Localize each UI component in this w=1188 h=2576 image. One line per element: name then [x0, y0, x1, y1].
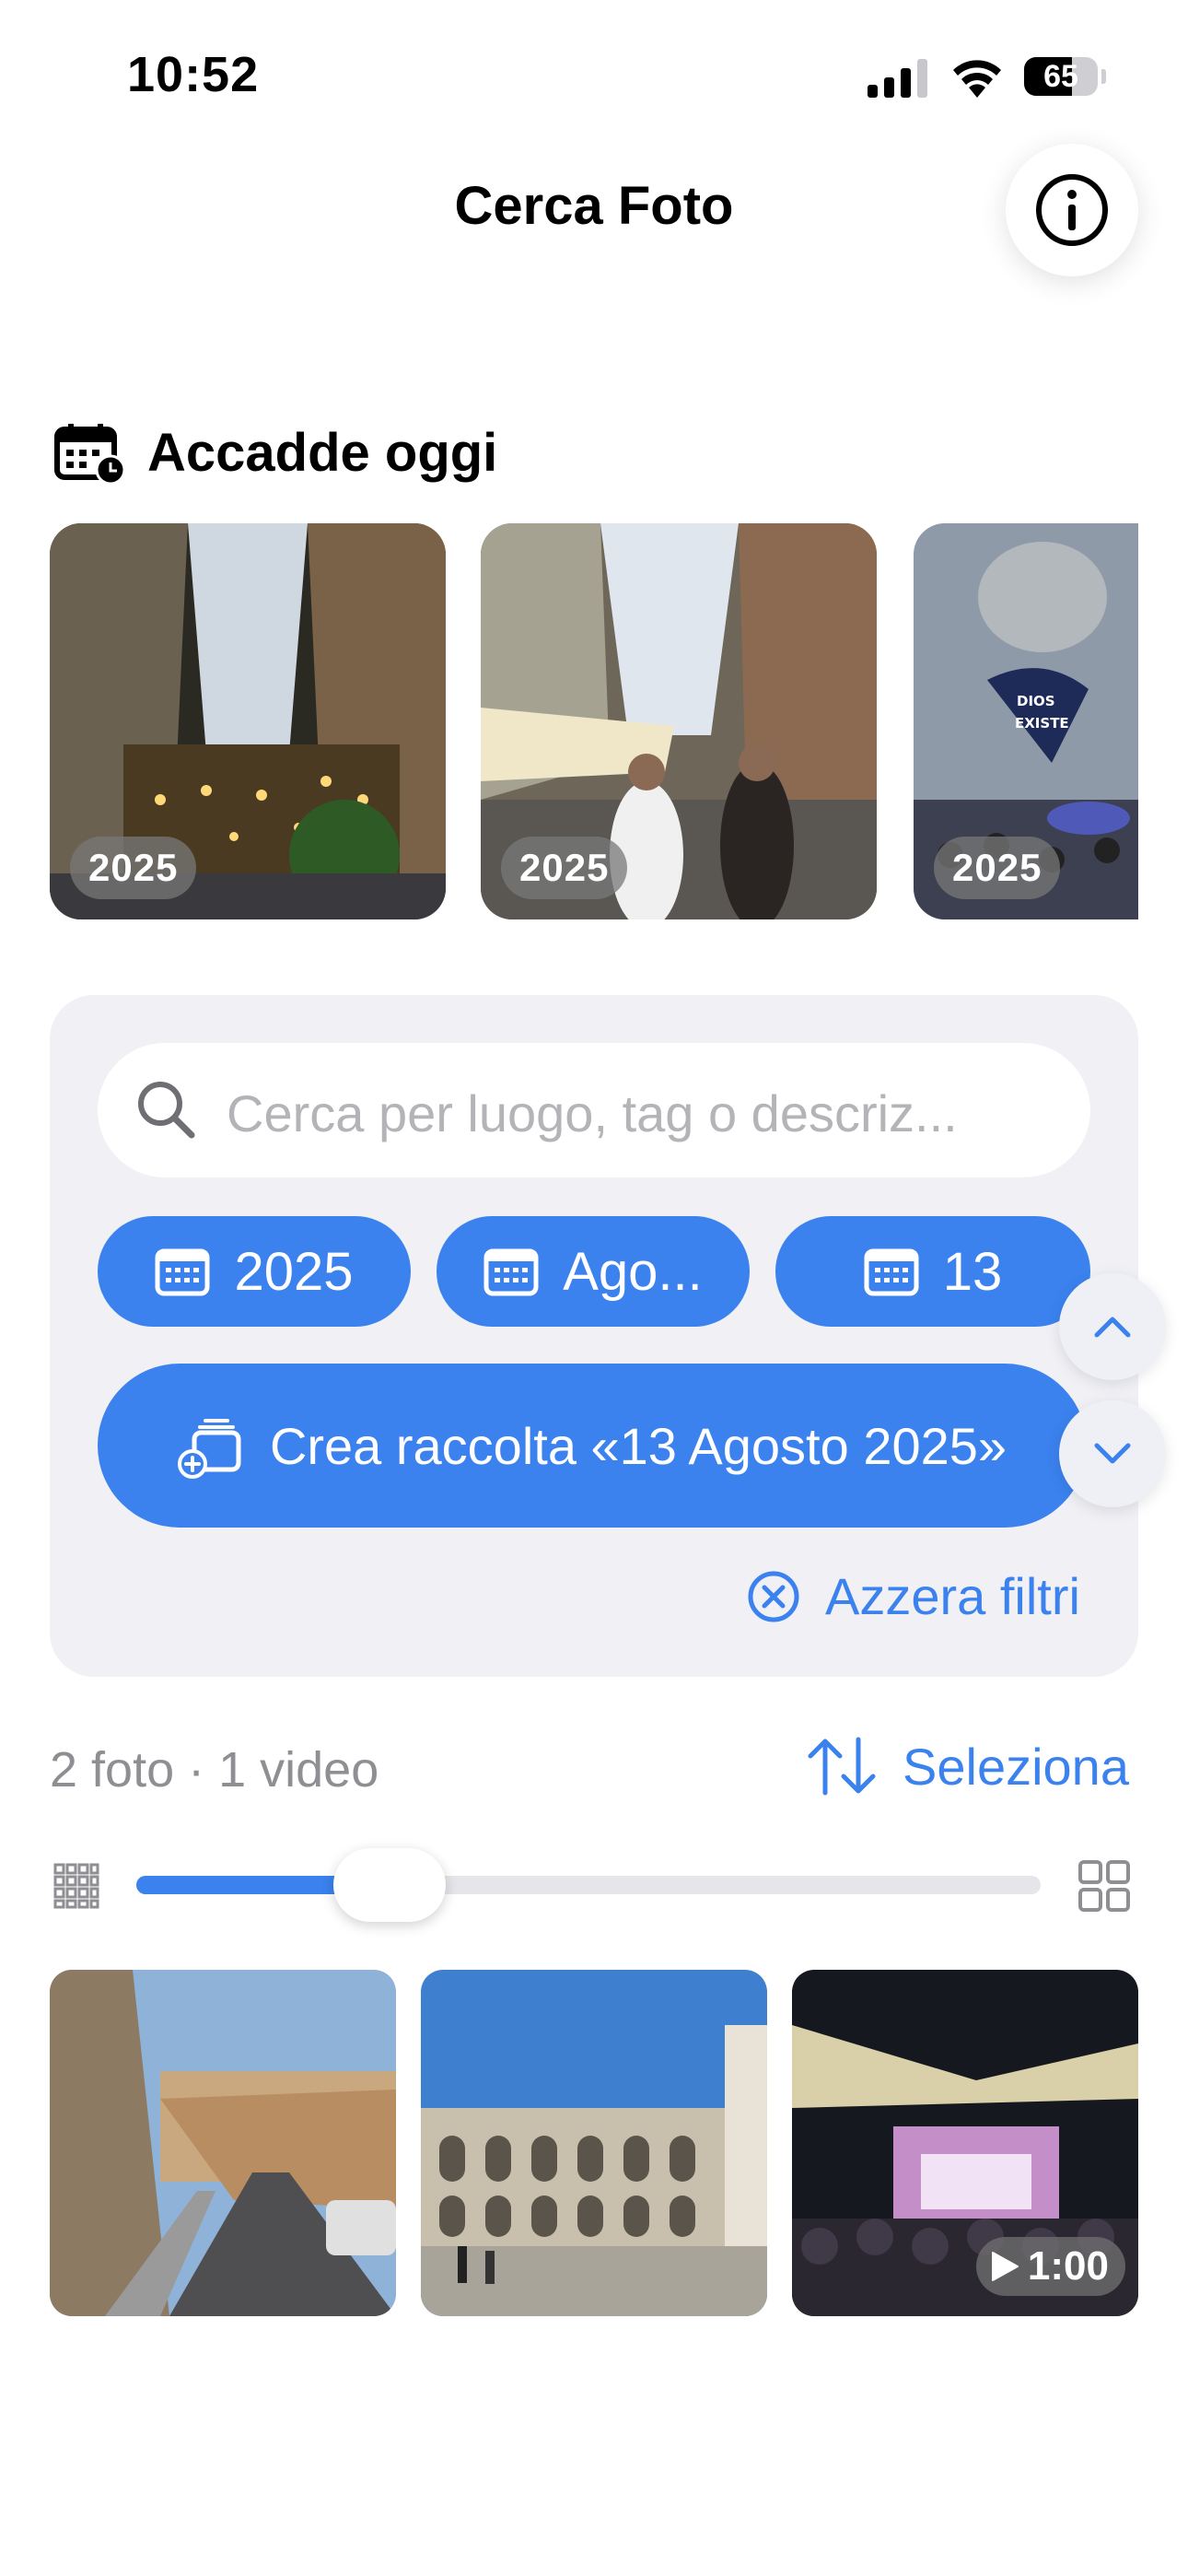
- reset-filters-button[interactable]: Azzera filtri: [746, 1566, 1080, 1626]
- add-collection-icon: [177, 1419, 241, 1479]
- play-icon: [991, 2252, 1019, 2281]
- info-button[interactable]: [1006, 144, 1138, 276]
- year-badge: 2025: [501, 837, 628, 899]
- calendar-icon: [483, 1248, 539, 1296]
- svg-text:DIOS: DIOS: [1017, 693, 1055, 709]
- select-label: Seleziona: [903, 1737, 1129, 1796]
- clear-circle-icon: [748, 1571, 799, 1622]
- status-time: 10:52: [127, 47, 260, 102]
- info-circle-icon: [1036, 174, 1108, 246]
- video-duration-badge: 1:00: [975, 2237, 1125, 2296]
- chip-label: 2025: [234, 1241, 354, 1302]
- chip-label: Ago...: [563, 1241, 703, 1302]
- video-duration: 1:00: [1027, 2243, 1109, 2289]
- memory-photo[interactable]: 2025: [481, 523, 877, 919]
- year-badge: 2025: [934, 837, 1061, 899]
- create-collection-button[interactable]: Crea raccolta «13 Agosto 2025»: [98, 1364, 1087, 1528]
- cellular-signal-icon: [868, 59, 927, 98]
- calendar-clock-icon: [54, 424, 126, 486]
- memory-photo[interactable]: 2025: [50, 523, 446, 919]
- chevron-down-icon: [1094, 1443, 1131, 1464]
- small-grid-icon[interactable]: [53, 1863, 99, 1909]
- sort-arrows-icon: [808, 1737, 876, 1796]
- battery-level: 65: [1043, 59, 1078, 94]
- slider-thumb[interactable]: [332, 1848, 446, 1922]
- svg-text:EXISTE: EXISTE: [1015, 715, 1069, 732]
- scroll-up-button[interactable]: [1059, 1273, 1166, 1380]
- year-badge: 2025: [70, 837, 197, 899]
- filter-chip-month[interactable]: Ago...: [437, 1216, 750, 1327]
- reset-filters-label: Azzera filtri: [825, 1567, 1080, 1625]
- battery-icon: 65: [1024, 57, 1098, 96]
- search-placeholder[interactable]: Cerca per luogo, tag o descriz...: [227, 1083, 958, 1143]
- wifi-icon: [953, 60, 1001, 98]
- calendar-icon: [864, 1248, 919, 1296]
- chevron-up-icon: [1094, 1317, 1131, 1338]
- select-button[interactable]: Seleziona: [805, 1736, 1129, 1797]
- large-grid-icon[interactable]: [1077, 1859, 1131, 1913]
- photo-thumbnail[interactable]: [421, 1970, 767, 2316]
- create-collection-label: Crea raccolta «13 Agosto 2025»: [269, 1416, 1007, 1475]
- memory-photo[interactable]: DIOS EXISTE 2025: [914, 523, 1138, 919]
- filter-chip-day[interactable]: 13: [775, 1216, 1090, 1327]
- results-count: 2 foto · 1 video: [50, 1742, 379, 1797]
- video-thumbnail[interactable]: 1:00: [792, 1970, 1138, 2316]
- filter-chip-year[interactable]: 2025: [98, 1216, 411, 1327]
- scroll-down-button[interactable]: [1059, 1400, 1166, 1507]
- photo-thumbnail[interactable]: [50, 1970, 396, 2316]
- section-title: Accadde oggi: [147, 423, 498, 483]
- chip-label: 13: [942, 1241, 1003, 1302]
- battery-cap: [1101, 69, 1106, 84]
- calendar-icon: [155, 1248, 210, 1296]
- search-icon: [138, 1082, 195, 1139]
